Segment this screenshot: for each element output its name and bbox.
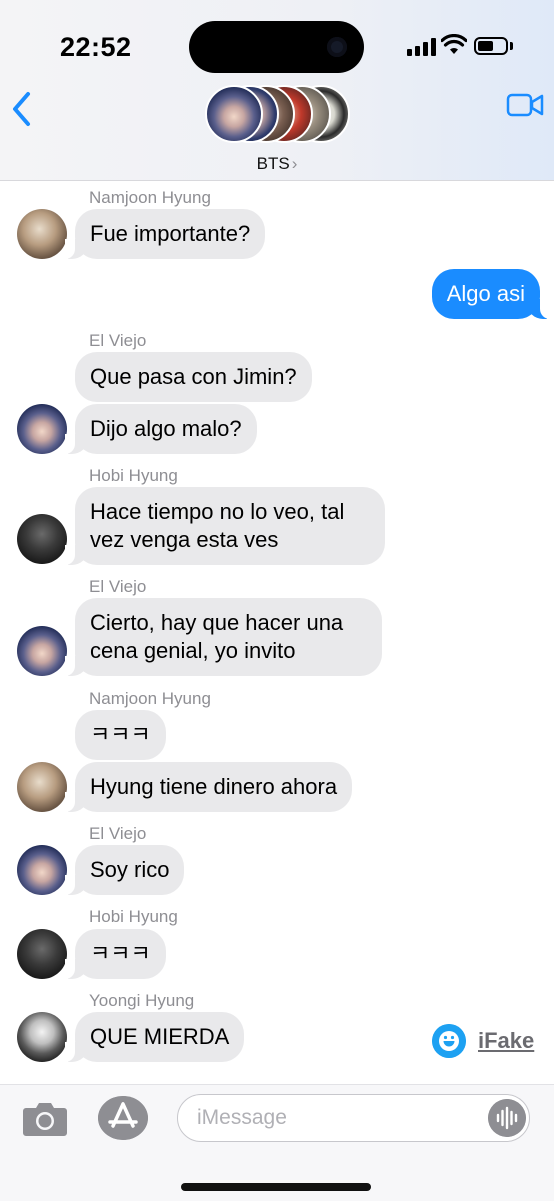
message-bubble[interactable]: Que pasa con Jimin? [75, 352, 312, 402]
camera-icon[interactable] [22, 1099, 68, 1137]
group-name[interactable]: BTS › [0, 154, 554, 174]
front-camera [327, 37, 347, 57]
chevron-right-icon: › [291, 154, 298, 173]
message-bubble[interactable]: Fue importante? [64, 209, 266, 259]
group-avatar-main [205, 85, 263, 143]
ifake-watermark[interactable]: iFake [432, 1023, 534, 1059]
sender-name: El Viejo [89, 824, 147, 843]
message-line: vez venga esta ves [90, 527, 279, 552]
video-call-icon[interactable] [506, 92, 544, 118]
message-bubble[interactable]: Dijo algo malo? [65, 404, 257, 454]
message-line: cena genial, yo invito [90, 638, 296, 663]
cellular-signal-icon [407, 38, 437, 56]
ifake-label: iFake [478, 1028, 535, 1053]
message-bubble[interactable]: Soy rico [64, 845, 185, 895]
sender-name: Yoongi Hyung [89, 991, 195, 1010]
message-input[interactable]: iMessage [177, 1094, 530, 1142]
message-bubble[interactable]: ㅋㅋㅋ [75, 710, 166, 760]
message-line: Cierto, hay que hacer una [90, 610, 344, 635]
avatar[interactable] [17, 626, 67, 676]
ifake-logo-icon [432, 1024, 466, 1058]
back-chevron-icon[interactable] [10, 90, 34, 128]
sender-name: Namjoon Hyung [89, 689, 211, 708]
message-bubble[interactable]: Hace tiempo no lo veo, tal vez venga est… [65, 487, 385, 565]
avatar[interactable] [17, 1012, 67, 1062]
battery-icon [474, 37, 508, 55]
message-bubble[interactable]: Hyung tiene dinero ahora [64, 762, 353, 812]
group-avatars[interactable] [205, 85, 350, 147]
message-bubble-outgoing[interactable]: Algo asi [431, 269, 551, 319]
message-bubble[interactable]: QUE MIERDA [64, 1012, 245, 1062]
audio-waveform-icon[interactable] [488, 1099, 526, 1137]
avatar[interactable] [17, 209, 67, 259]
message-bubble[interactable]: Cierto, hay que hacer una cena genial, y… [65, 598, 382, 676]
sender-name: Hobi Hyung [89, 466, 178, 485]
avatar[interactable] [17, 845, 67, 895]
home-indicator [181, 1183, 371, 1191]
status-time: 22:52 [60, 32, 132, 62]
avatar[interactable] [17, 514, 67, 564]
sender-name: El Viejo [89, 331, 147, 350]
sender-name: El Viejo [89, 577, 147, 596]
avatar[interactable] [17, 404, 67, 454]
sender-name: Hobi Hyung [89, 907, 178, 926]
wifi-icon [441, 34, 467, 54]
input-placeholder: iMessage [197, 1106, 287, 1129]
message-bubble[interactable]: ㅋㅋㅋ [65, 929, 166, 979]
sender-name: Namjoon Hyung [89, 188, 211, 207]
avatar[interactable] [17, 762, 67, 812]
avatar[interactable] [17, 929, 67, 979]
app-store-icon[interactable] [98, 1096, 148, 1140]
message-line: Hace tiempo no lo veo, tal [90, 499, 345, 524]
